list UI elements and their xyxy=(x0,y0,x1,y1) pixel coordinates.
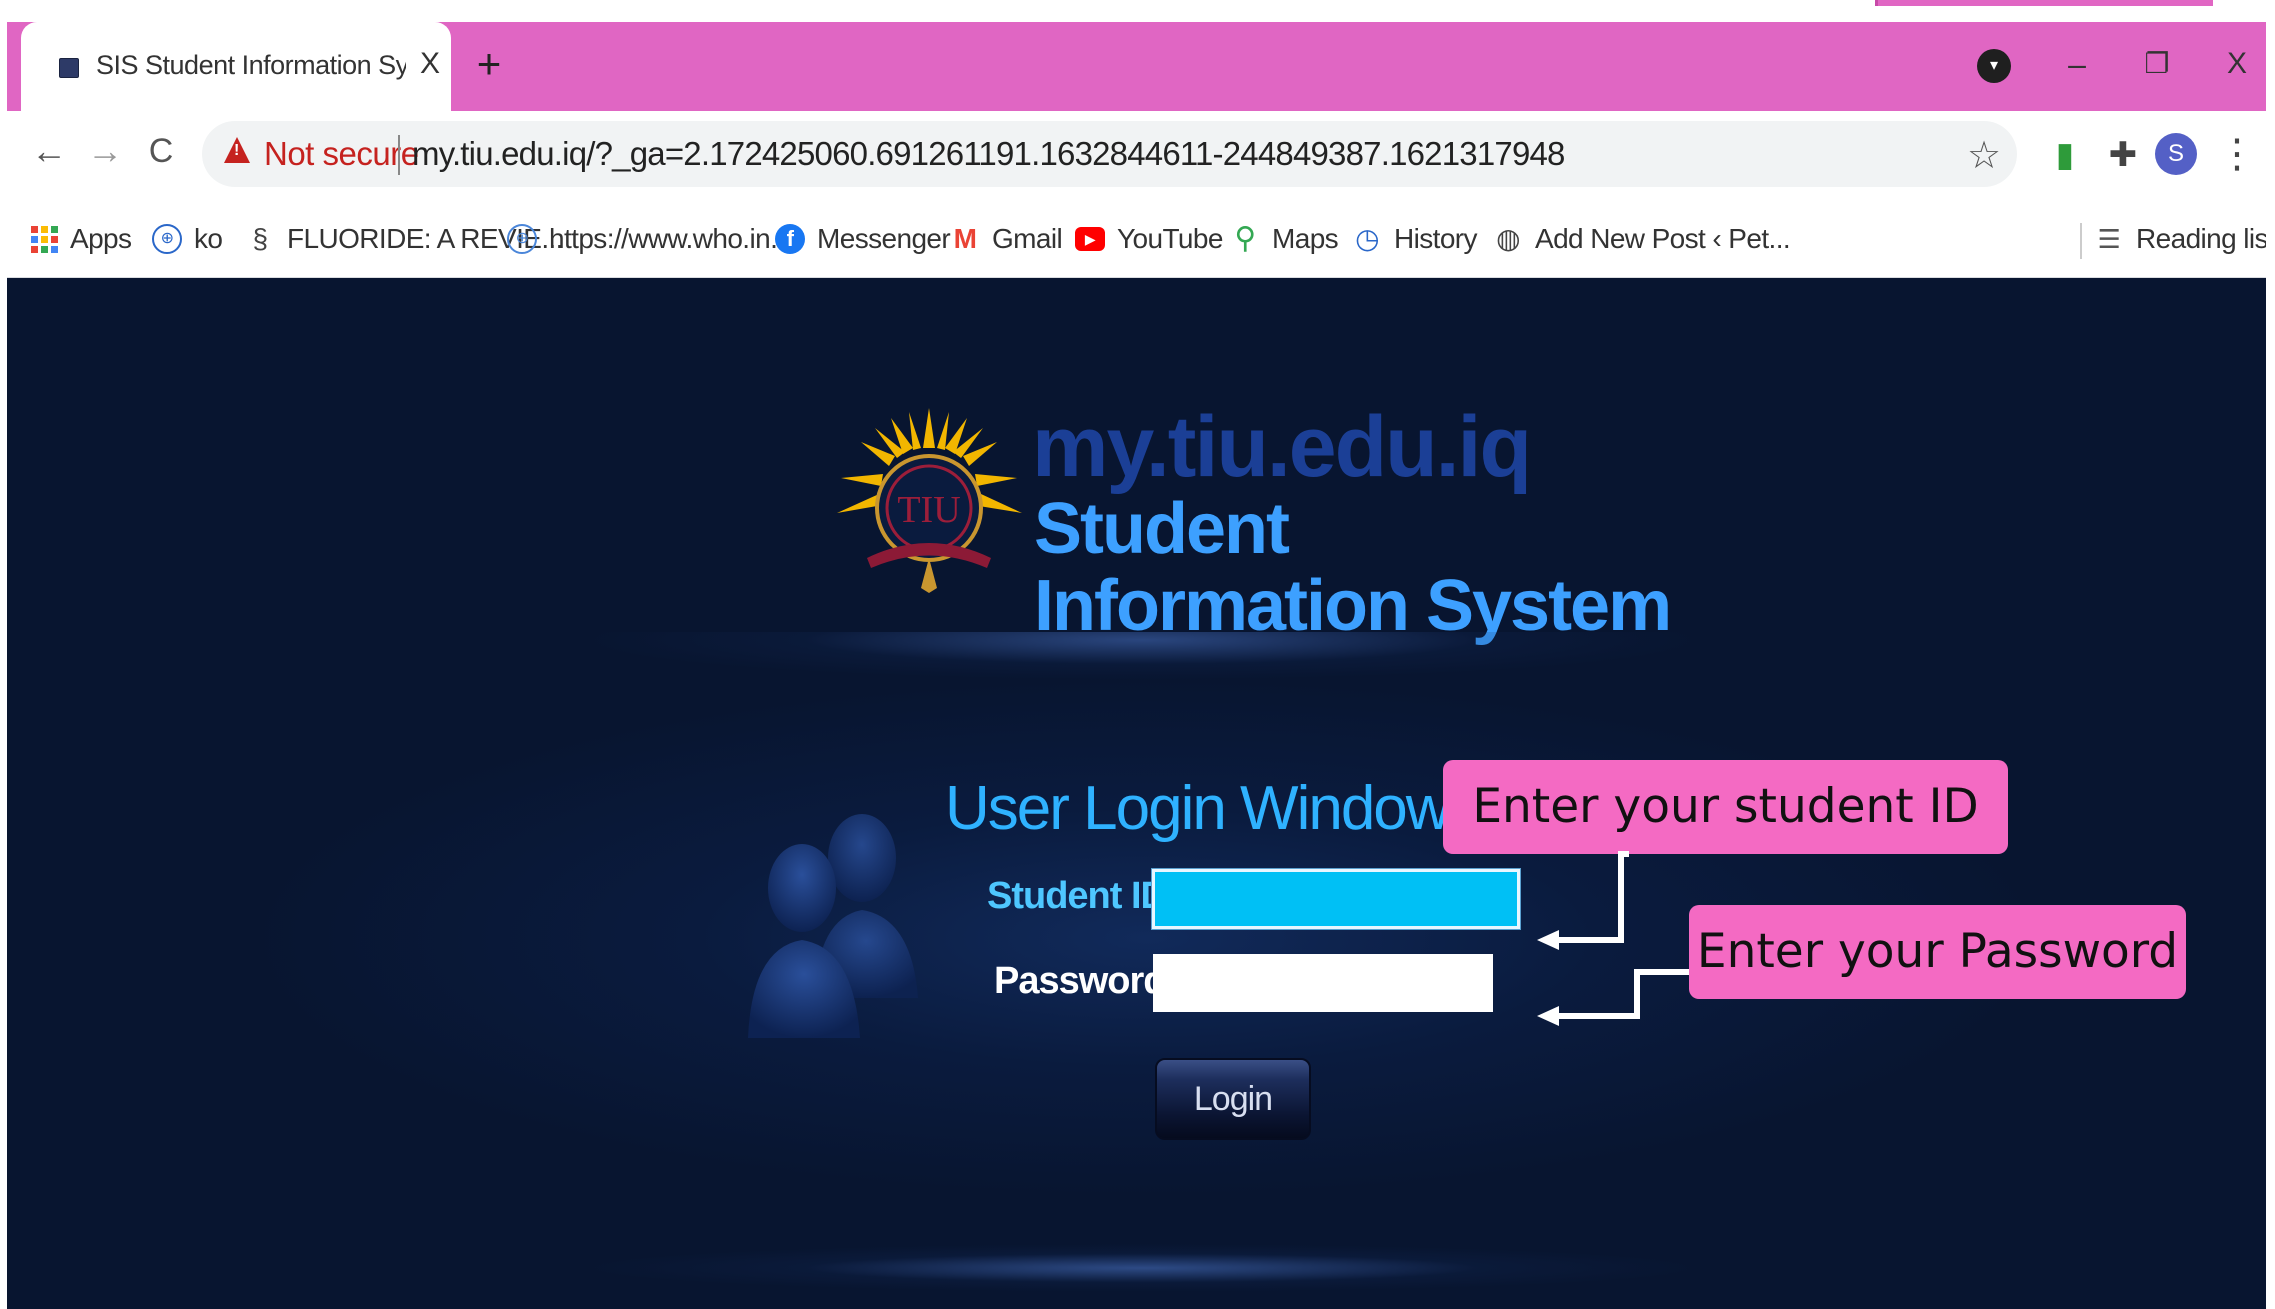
reading-list-icon: ☰ xyxy=(2097,224,2121,254)
bookmark-messenger[interactable]: f Messenger xyxy=(775,219,951,259)
page-edge xyxy=(2266,0,2275,1309)
password-arrow xyxy=(1555,969,1689,1019)
globe-icon: ◍ xyxy=(1496,223,1520,254)
profile-avatar[interactable]: S xyxy=(2155,133,2197,175)
tiu-emblem-logo: TIU xyxy=(837,408,1022,593)
footer-glow-divider xyxy=(587,1238,1697,1298)
users-silhouette-icon xyxy=(748,814,918,1038)
bookmark-label: Messenger xyxy=(817,223,951,254)
tab-search-icon[interactable]: ▾ xyxy=(1977,49,2011,83)
bookmark-ko[interactable]: ⊕ ko xyxy=(152,219,223,259)
bookmark-label: Maps xyxy=(1272,223,1339,254)
emblem-text: TIU xyxy=(897,489,960,531)
extension-green-icon[interactable]: ▮ xyxy=(2045,133,2085,177)
bookmark-label: Apps xyxy=(70,223,132,254)
student-id-label: Student ID: xyxy=(987,875,1180,917)
bookmarks-divider xyxy=(2080,223,2082,259)
bookmark-label: Add New Post ‹ Pet... xyxy=(1535,223,1791,254)
browser-menu-icon[interactable]: ⋮ xyxy=(2217,129,2257,179)
youtube-icon: ▶ xyxy=(1075,227,1105,251)
address-toolbar: ← → C Not secure my.tiu.edu.iq/?_ga=2.17… xyxy=(7,111,2269,201)
logo-url-text: my.tiu.edu.iq xyxy=(1032,399,1532,495)
login-window-title: User Login Window xyxy=(945,774,1451,843)
page-content: TIU my.tiu.edu.iq Student Information Sy… xyxy=(7,278,2269,1309)
tab-title: SIS Student Information System - xyxy=(96,50,406,80)
gmail-icon: M xyxy=(953,223,977,254)
reading-list[interactable]: ☰ Reading list xyxy=(2094,219,2269,259)
bookmark-add-new-post[interactable]: ◍ Add New Post ‹ Pet... xyxy=(1493,219,1791,259)
password-input[interactable] xyxy=(1153,954,1493,1012)
logo-title-line1: Student xyxy=(1034,489,1290,569)
bookmark-history[interactable]: ◷ History xyxy=(1352,219,1477,259)
bookmark-maps[interactable]: ⚲ Maps xyxy=(1230,219,1338,259)
browser-window: SIS Student Information System - X + ▾ –… xyxy=(7,22,2269,1309)
password-callout: Enter your Password xyxy=(1689,905,2186,999)
bookmark-label: YouTube xyxy=(1117,223,1223,254)
address-bar[interactable]: Not secure my.tiu.edu.iq/?_ga=2.17242506… xyxy=(202,121,2017,187)
maps-icon: ⚲ xyxy=(1234,222,1256,255)
bookmark-label: ko xyxy=(194,223,223,254)
who-icon: ⊕ xyxy=(152,224,182,254)
decorative-bar xyxy=(1875,0,2213,6)
who-icon: ⊕ xyxy=(507,224,537,254)
bookmarks-bar: Apps ⊕ ko § FLUORIDE: A REVIE... ⊕ https… xyxy=(7,201,2269,278)
apps-grid-icon xyxy=(31,225,58,253)
minimize-button[interactable]: – xyxy=(2052,42,2102,86)
dna-icon: § xyxy=(252,223,269,254)
header-glow-divider xyxy=(587,632,1697,732)
tab-sis[interactable]: SIS Student Information System - X xyxy=(21,22,451,111)
tab-favicon-icon xyxy=(59,58,79,78)
security-indicator[interactable]: Not secure xyxy=(264,135,419,173)
window-close-button[interactable]: X xyxy=(2212,42,2262,86)
password-arrowhead xyxy=(1537,1006,1559,1026)
student-id-arrow xyxy=(1555,851,1629,943)
student-id-arrowhead xyxy=(1537,930,1559,950)
omnibox-divider xyxy=(398,135,400,175)
bookmark-youtube[interactable]: ▶ YouTube xyxy=(1075,219,1223,259)
extensions-puzzle-icon[interactable]: ✚ xyxy=(2103,133,2143,177)
reload-icon[interactable]: C xyxy=(139,129,183,173)
password-label: Password: xyxy=(994,960,1178,1002)
reading-list-label: Reading list xyxy=(2136,223,2269,254)
login-button[interactable]: Login xyxy=(1155,1058,1311,1140)
new-tab-button[interactable]: + xyxy=(469,43,509,85)
warning-icon[interactable] xyxy=(224,137,250,163)
bookmark-gmail[interactable]: M Gmail xyxy=(950,219,1063,259)
bookmark-label: Gmail xyxy=(992,223,1063,254)
back-icon[interactable]: ← xyxy=(27,129,71,173)
facebook-icon: f xyxy=(775,224,805,254)
url-text[interactable]: my.tiu.edu.iq/?_ga=2.172425060.691261191… xyxy=(412,135,1565,173)
tab-close-icon[interactable]: X xyxy=(413,46,447,82)
restore-button[interactable]: ❐ xyxy=(2132,42,2182,86)
student-id-input[interactable] xyxy=(1151,868,1521,930)
history-icon: ◷ xyxy=(1355,223,1379,254)
bookmark-star-icon[interactable]: ☆ xyxy=(1967,133,2001,178)
bookmark-label: History xyxy=(1394,223,1478,254)
forward-icon[interactable]: → xyxy=(83,129,127,173)
bookmark-label: https://www.who.in... xyxy=(549,223,792,254)
bookmark-who[interactable]: ⊕ https://www.who.in... xyxy=(507,219,792,259)
bookmark-apps[interactable]: Apps xyxy=(31,219,132,259)
tab-strip: SIS Student Information System - X + ▾ –… xyxy=(7,22,2269,111)
student-id-callout: Enter your student ID xyxy=(1443,760,2008,854)
